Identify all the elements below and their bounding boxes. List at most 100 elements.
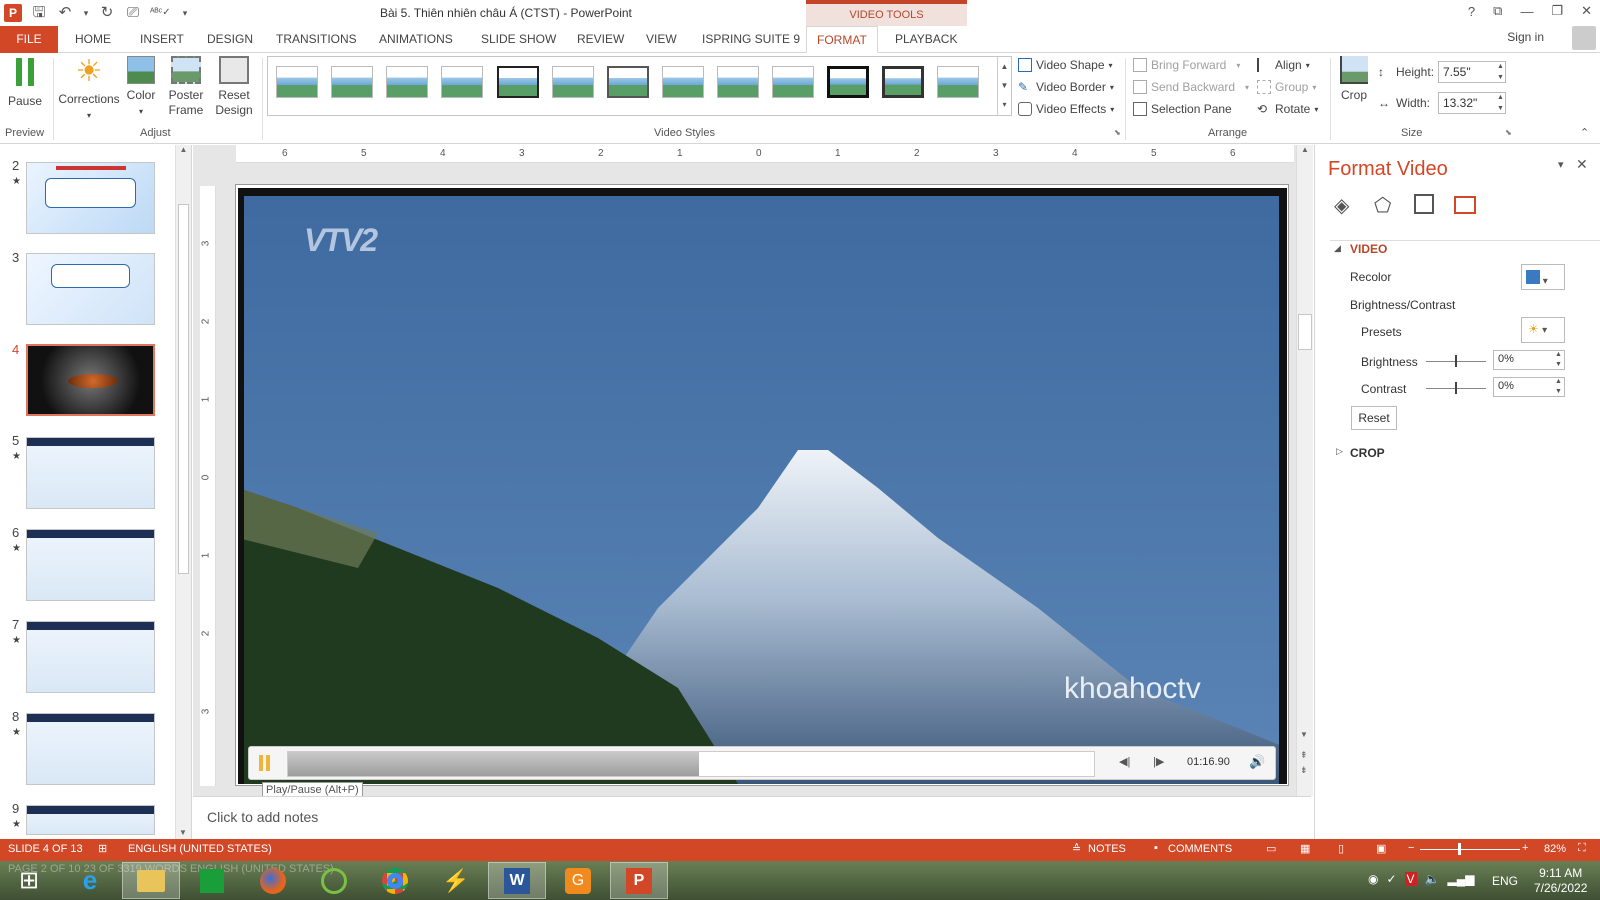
- align-button[interactable]: Align ▾: [1257, 56, 1310, 74]
- effects-icon[interactable]: ⬠: [1374, 193, 1391, 218]
- bring-forward-button[interactable]: Bring Forward ▾: [1133, 56, 1240, 74]
- section-crop[interactable]: CROP: [1350, 446, 1385, 460]
- close-pane-icon[interactable]: ✕: [1576, 156, 1588, 173]
- language-indicator[interactable]: ENGLISH (UNITED STATES): [128, 843, 272, 855]
- tab-format[interactable]: FORMAT: [806, 26, 878, 53]
- tab-design[interactable]: DESIGN: [207, 26, 253, 53]
- scroll-thumb[interactable]: [1298, 314, 1312, 350]
- video-effects-button[interactable]: Video Effects ▾: [1018, 100, 1114, 118]
- customize-qat-icon[interactable]: ▾: [176, 4, 194, 22]
- width-spinner[interactable]: ▲ ▼: [1497, 92, 1504, 114]
- slide-thumbnail[interactable]: [26, 162, 155, 234]
- close-icon[interactable]: ✕: [1581, 3, 1592, 19]
- volume-icon[interactable]: 🔈: [1425, 872, 1440, 886]
- thumbnails-scrollbar[interactable]: ▲ ▼: [175, 145, 191, 839]
- taskbar-foxit[interactable]: G: [549, 862, 607, 899]
- video-style-thumbnail[interactable]: [552, 66, 594, 98]
- brightness-spinner[interactable]: ▲ ▼: [1555, 350, 1562, 370]
- fill-line-icon[interactable]: ◈: [1334, 193, 1349, 218]
- start-from-beginning-icon[interactable]: ⎚: [124, 4, 142, 22]
- send-backward-button[interactable]: Send Backward ▾: [1133, 78, 1249, 96]
- slide-thumbnail[interactable]: [26, 805, 155, 835]
- powerpoint-logo-icon[interactable]: P: [4, 4, 22, 22]
- height-field[interactable]: 7.55": [1438, 61, 1506, 83]
- comments-toggle[interactable]: COMMENTS: [1168, 843, 1232, 855]
- scroll-down-icon[interactable]: ▼: [179, 828, 187, 837]
- taskbar-store[interactable]: [183, 862, 241, 899]
- help-icon[interactable]: ?: [1468, 4, 1475, 19]
- video-styles-gallery[interactable]: ▲ ▼ ▾: [267, 56, 1012, 116]
- tab-view[interactable]: VIEW: [646, 26, 677, 53]
- zoom-slider[interactable]: [1420, 849, 1520, 850]
- tray-v-icon[interactable]: V: [1404, 872, 1417, 886]
- video-style-thumbnail[interactable]: [717, 66, 759, 98]
- taskbar-filezilla[interactable]: ⚡: [427, 862, 485, 899]
- reset-button[interactable]: Reset: [1351, 406, 1397, 430]
- crop-button[interactable]: Crop: [1336, 56, 1372, 103]
- slide-thumbnail[interactable]: [26, 253, 155, 325]
- video-tab-icon[interactable]: [1454, 196, 1476, 214]
- taskbar-word[interactable]: W: [488, 862, 546, 899]
- tab-playback[interactable]: PLAYBACK: [895, 26, 957, 53]
- brightness-slider-thumb[interactable]: [1455, 355, 1457, 367]
- taskbar-file-explorer[interactable]: [122, 862, 180, 899]
- tray-check-icon[interactable]: ✓: [1386, 872, 1396, 886]
- reset-design-button[interactable]: Reset Design: [210, 56, 258, 118]
- scroll-up-icon[interactable]: ▲: [1297, 145, 1313, 154]
- video-style-thumbnail[interactable]: [276, 66, 318, 98]
- contrast-spinner[interactable]: ▲ ▼: [1555, 377, 1562, 397]
- collapse-ribbon-icon[interactable]: ⌃: [1580, 126, 1589, 139]
- network-icon[interactable]: ▂▄▆: [1448, 872, 1475, 886]
- taskbar-firefox[interactable]: [244, 862, 302, 899]
- next-slide-icon[interactable]: ⇟: [1300, 765, 1308, 776]
- spell-check-icon[interactable]: ⊞: [98, 842, 107, 855]
- tab-slide-show[interactable]: SLIDE SHOW: [481, 26, 556, 53]
- selection-pane-button[interactable]: Selection Pane: [1133, 100, 1232, 118]
- zoom-in-icon[interactable]: +: [1522, 842, 1528, 854]
- slide-sorter-icon[interactable]: ▦: [1300, 842, 1310, 855]
- slide-thumbnail[interactable]: [26, 437, 155, 509]
- minimize-icon[interactable]: —: [1520, 4, 1533, 19]
- zoom-out-icon[interactable]: −: [1408, 842, 1414, 854]
- video-style-thumbnail[interactable]: [607, 66, 649, 98]
- input-language[interactable]: ENG: [1492, 874, 1518, 888]
- taskbar-chrome[interactable]: [366, 862, 424, 899]
- notes-toggle[interactable]: NOTES: [1088, 843, 1126, 855]
- slide-scrollbar[interactable]: ▲ ▼ ⇞ ⇟: [1296, 145, 1313, 796]
- video-style-thumbnail[interactable]: [386, 66, 428, 98]
- reading-view-icon[interactable]: ▯: [1338, 842, 1344, 855]
- pane-options-icon[interactable]: ▾: [1558, 158, 1564, 171]
- poster-frame-button[interactable]: Poster Frame: [164, 56, 208, 118]
- skip-back-icon[interactable]: ◀|: [1119, 755, 1130, 768]
- fit-to-window-icon[interactable]: ⛶: [1578, 842, 1586, 855]
- video-style-thumbnail[interactable]: [497, 66, 539, 98]
- section-video[interactable]: VIDEO: [1350, 242, 1387, 256]
- video-style-thumbnail[interactable]: [772, 66, 814, 98]
- color-button[interactable]: Color ▾: [122, 56, 160, 119]
- redo-icon[interactable]: ↻: [98, 4, 116, 22]
- slide-thumbnail-selected[interactable]: [26, 344, 155, 416]
- tab-ispring-suite[interactable]: ISPRING SUITE 9: [702, 26, 800, 53]
- video-style-thumbnail[interactable]: [882, 66, 924, 98]
- video-style-thumbnail[interactable]: [441, 66, 483, 98]
- height-spinner[interactable]: ▲ ▼: [1497, 61, 1504, 83]
- pause-icon[interactable]: [259, 755, 273, 771]
- expand-video-icon[interactable]: ◢: [1334, 243, 1341, 254]
- volume-icon[interactable]: 🔊: [1249, 754, 1265, 770]
- clock[interactable]: 9:11 AM 7/26/2022: [1534, 866, 1587, 896]
- presets-dropdown[interactable]: ☀ ▾: [1521, 317, 1565, 343]
- notes-pane[interactable]: Click to add notes: [193, 796, 1311, 839]
- video-frame[interactable]: VTV2 khoahoctv: [238, 188, 1287, 784]
- gallery-scroll[interactable]: ▲ ▼ ▾: [997, 57, 1011, 115]
- dialog-launcher-icon[interactable]: ⬊: [1114, 128, 1121, 137]
- skip-forward-icon[interactable]: |▶: [1153, 755, 1164, 768]
- taskbar-app[interactable]: [305, 862, 363, 899]
- start-button[interactable]: ⊞: [0, 862, 58, 899]
- ribbon-display-options-icon[interactable]: ⧉: [1493, 3, 1502, 19]
- video-style-thumbnail[interactable]: [662, 66, 704, 98]
- slide-thumbnail[interactable]: [26, 529, 155, 601]
- undo-icon[interactable]: ↶: [56, 4, 74, 22]
- size-properties-icon[interactable]: [1414, 194, 1434, 214]
- corrections-button[interactable]: ☀ Corrections ▾: [58, 56, 120, 123]
- tab-review[interactable]: REVIEW: [577, 26, 624, 53]
